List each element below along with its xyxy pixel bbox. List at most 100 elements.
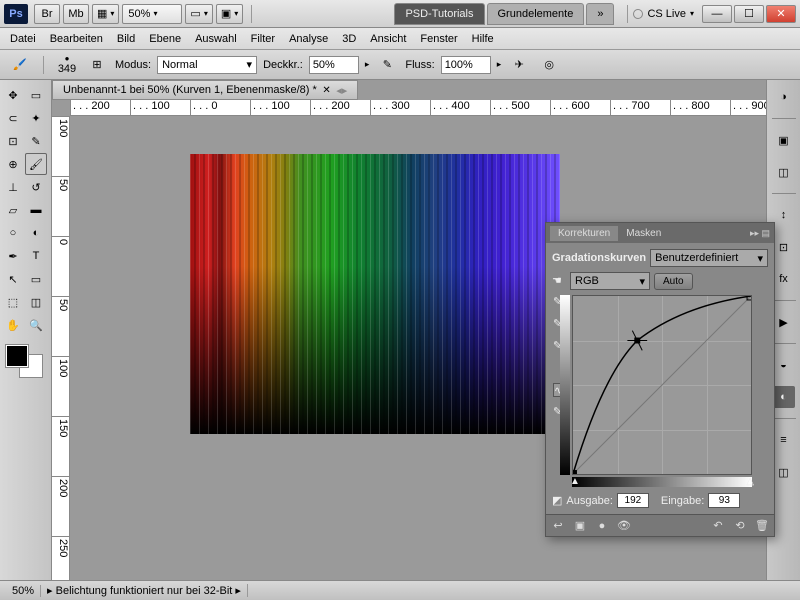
horizontal-ruler[interactable]: . . . 200. . . 100. . . 0. . . 100. . . … — [70, 100, 766, 116]
menu-hilfe[interactable]: Hilfe — [472, 33, 494, 45]
brush-panel-icon[interactable]: ↕ — [773, 204, 795, 226]
foreground-color[interactable] — [6, 345, 28, 367]
tablet-pressure-size-icon[interactable]: ◎ — [537, 54, 561, 76]
adjustments-panel-icon[interactable]: ◐ — [773, 386, 795, 408]
clip-layer-icon[interactable]: ● — [594, 518, 610, 534]
output-gradient — [560, 295, 570, 475]
minibridge-button[interactable]: Mb — [63, 4, 89, 24]
menu-datei[interactable]: Datei — [10, 33, 36, 45]
reset-icon[interactable]: ⟲ — [732, 518, 748, 534]
3d-camera-tool[interactable]: ◫ — [25, 291, 47, 313]
brush-tool[interactable]: 🖌 — [25, 153, 47, 175]
finger-tool-icon[interactable]: ☚ — [552, 274, 566, 288]
panel-collapse-icon[interactable]: ▸▸ ▤ — [750, 228, 770, 239]
menu-ansicht[interactable]: Ansicht — [370, 33, 406, 45]
screen-mode-dropdown[interactable]: ▣ — [216, 4, 243, 24]
eingabe-input[interactable] — [708, 493, 740, 508]
menu-fenster[interactable]: Fenster — [420, 33, 457, 45]
channels-panel-icon[interactable]: ≡ — [773, 429, 795, 451]
back-icon[interactable]: ↩ — [550, 518, 566, 534]
title-bar: Ps Br Mb ▦ 50% ▭ ▣ PSD-Tutorials Grundel… — [0, 0, 800, 28]
gradient-tool[interactable]: ▬ — [25, 199, 47, 221]
auto-button[interactable]: Auto — [654, 273, 693, 290]
dodge-tool[interactable]: ◐ — [25, 222, 47, 244]
close-button[interactable]: ✕ — [766, 5, 796, 23]
workspace-tab-psd-tutorials[interactable]: PSD-Tutorials — [394, 3, 484, 25]
workspace-tab-grundelemente[interactable]: Grundelemente — [487, 3, 585, 25]
deckk-input[interactable] — [309, 56, 359, 74]
navigator-panel-icon[interactable]: ▶ — [773, 311, 795, 333]
airbrush-icon[interactable]: ✈ — [507, 54, 531, 76]
layers-panel-icon[interactable]: ◒ — [773, 354, 795, 376]
tab-masken[interactable]: Masken — [618, 226, 669, 241]
visibility-icon[interactable]: 👁 — [616, 518, 632, 534]
canvas[interactable] — [190, 154, 560, 434]
fluss-input[interactable] — [441, 56, 491, 74]
history-panel-icon[interactable]: ⊡ — [773, 236, 795, 258]
tool-preset-icon[interactable]: 🖌️ — [8, 54, 32, 76]
ausgabe-input[interactable] — [617, 493, 649, 508]
preset-dropdown[interactable]: Benutzerdefiniert▾ — [650, 249, 768, 267]
modus-dropdown[interactable]: Normal▾ — [157, 56, 257, 74]
menu-3d[interactable]: 3D — [342, 33, 356, 45]
path-tool[interactable]: ↖ — [2, 268, 24, 290]
crop-tool[interactable]: ⊡ — [2, 130, 24, 152]
shape-tool[interactable]: ▭ — [25, 268, 47, 290]
channel-dropdown[interactable]: RGB▾ — [570, 272, 650, 290]
brush-panel-icon[interactable]: ⊞ — [85, 54, 109, 76]
menu-bearbeiten[interactable]: Bearbeiten — [50, 33, 103, 45]
expand-icon[interactable]: ▣ — [572, 518, 588, 534]
modus-label: Modus: — [115, 59, 151, 71]
3d-tool[interactable]: ⬚ — [2, 291, 24, 313]
styles-panel-icon[interactable]: ◫ — [773, 161, 795, 183]
curve-editor[interactable] — [572, 295, 752, 475]
arrange-dropdown[interactable]: ▭ — [185, 4, 212, 24]
eraser-tool[interactable]: ▱ — [2, 199, 24, 221]
zoom-tool[interactable]: 🔍 — [25, 314, 47, 336]
document-tab[interactable]: Unbenannt-1 bei 50% (Kurven 1, Ebenenmas… — [52, 80, 358, 100]
ausgabe-label: Ausgabe: — [566, 495, 612, 507]
magic-wand-tool[interactable]: ✦ — [25, 107, 47, 129]
move-tool[interactable]: ✥ — [2, 84, 24, 106]
stamp-tool[interactable]: ⊥ — [2, 176, 24, 198]
status-message: ▸ Belichtung funktioniert nur bei 32-Bit… — [41, 584, 248, 597]
menu-analyse[interactable]: Analyse — [289, 33, 328, 45]
healing-tool[interactable]: ⊕ — [2, 153, 24, 175]
options-bar: 🖌️ ●349 ⊞ Modus: Normal▾ Deckkr.: ▸ ✎ Fl… — [0, 50, 800, 80]
bridge-button[interactable]: Br — [34, 4, 60, 24]
blur-tool[interactable]: ○ — [2, 222, 24, 244]
lasso-tool[interactable]: ⊂ — [2, 107, 24, 129]
vertical-ruler[interactable]: 10050050100150200250300 — [52, 116, 70, 580]
maximize-button[interactable]: ☐ — [734, 5, 764, 23]
korrekturen-panel: Korrekturen Masken ▸▸ ▤ Gradationskurven… — [545, 222, 775, 537]
menu-ebene[interactable]: Ebene — [149, 33, 181, 45]
view-extras-dropdown[interactable]: ▦ — [92, 4, 119, 24]
pen-tool[interactable]: ✒ — [2, 245, 24, 267]
previous-state-icon[interactable]: ↶ — [710, 518, 726, 534]
swatches-panel-icon[interactable]: ▣ — [773, 129, 795, 151]
zoom-dropdown[interactable]: 50% — [122, 4, 182, 24]
color-panel-icon[interactable]: ◑ — [773, 86, 795, 108]
hand-tool[interactable]: ✋ — [2, 314, 24, 336]
menu-auswahl[interactable]: Auswahl — [195, 33, 237, 45]
color-swatches[interactable] — [2, 345, 48, 377]
paths-panel-icon[interactable]: ◫ — [773, 461, 795, 483]
workspace-more[interactable]: » — [586, 3, 614, 25]
history-brush-tool[interactable]: ↺ — [25, 176, 47, 198]
clip-icon[interactable]: ◩ — [552, 494, 562, 507]
menu-bild[interactable]: Bild — [117, 33, 135, 45]
char-panel-icon[interactable]: fx — [773, 268, 795, 290]
brush-preview[interactable]: ●349 — [55, 54, 79, 76]
cs-live[interactable]: CS Live▾ — [633, 8, 694, 20]
tab-korrekturen[interactable]: Korrekturen — [550, 226, 618, 241]
type-tool[interactable]: T — [25, 245, 47, 267]
menu-filter[interactable]: Filter — [251, 33, 275, 45]
status-zoom[interactable]: 50% — [6, 585, 41, 597]
delete-icon[interactable]: 🗑 — [754, 518, 770, 534]
eingabe-label: Eingabe: — [661, 495, 704, 507]
fluss-label: Fluss: — [405, 59, 434, 71]
marquee-tool[interactable]: ▭ — [25, 84, 47, 106]
eyedropper-tool[interactable]: ✎ — [25, 130, 47, 152]
tablet-pressure-opacity-icon[interactable]: ✎ — [375, 54, 399, 76]
minimize-button[interactable]: — — [702, 5, 732, 23]
